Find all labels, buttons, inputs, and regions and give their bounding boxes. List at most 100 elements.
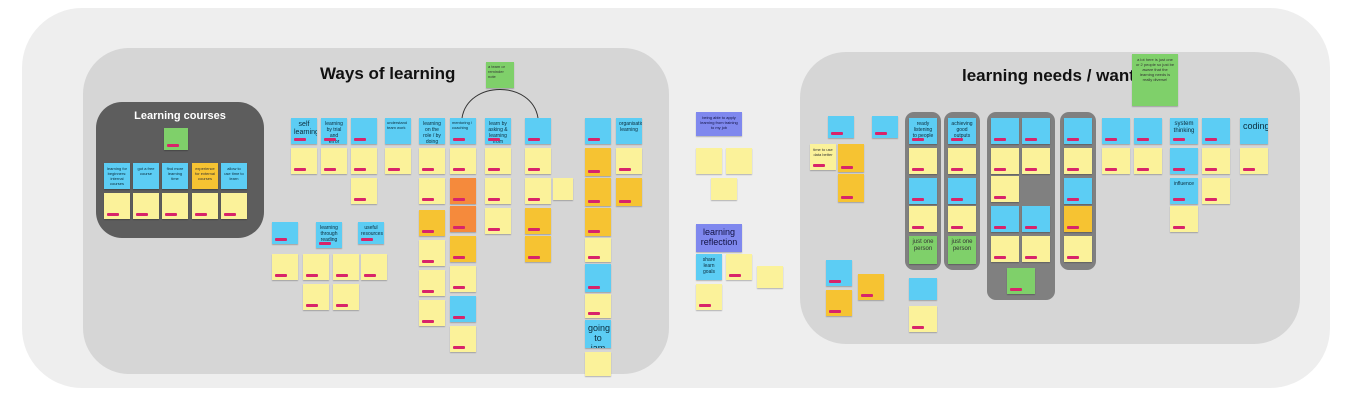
- sticky-note[interactable]: learning by trial and error: [321, 118, 347, 144]
- sticky-note[interactable]: [585, 294, 611, 318]
- sticky-note[interactable]: [1064, 206, 1092, 232]
- sticky-note[interactable]: [162, 193, 188, 219]
- sticky-note[interactable]: [419, 178, 445, 204]
- sticky-note[interactable]: [991, 118, 1019, 144]
- sticky-note[interactable]: [1240, 148, 1268, 174]
- sticky-note[interactable]: [838, 174, 864, 202]
- sticky-note[interactable]: [450, 206, 476, 232]
- sticky-note[interactable]: [872, 116, 898, 138]
- sticky-note[interactable]: [826, 290, 852, 316]
- sticky-note[interactable]: [1102, 118, 1130, 144]
- sticky-note[interactable]: [525, 208, 551, 234]
- sticky-note[interactable]: ready listening to people: [909, 118, 937, 144]
- sticky-note[interactable]: [1134, 148, 1162, 174]
- sticky-note[interactable]: [1022, 236, 1050, 262]
- sticky-note[interactable]: [450, 326, 476, 352]
- sticky-note[interactable]: [450, 236, 476, 262]
- sticky-note[interactable]: [303, 254, 329, 280]
- sticky-note[interactable]: [351, 118, 377, 144]
- sticky-note[interactable]: [1022, 118, 1050, 144]
- sticky-note[interactable]: a team or reminder note: [486, 62, 514, 88]
- sticky-note[interactable]: [133, 193, 159, 219]
- sticky-note[interactable]: useful resources: [358, 222, 384, 244]
- sticky-note[interactable]: [585, 148, 611, 176]
- sticky-note[interactable]: [585, 208, 611, 236]
- sticky-note[interactable]: [1202, 178, 1230, 204]
- sticky-note[interactable]: [726, 148, 752, 174]
- sticky-note[interactable]: [351, 178, 377, 204]
- sticky-note[interactable]: [1007, 268, 1035, 294]
- sticky-note[interactable]: [909, 206, 937, 232]
- sticky-note[interactable]: [991, 206, 1019, 232]
- sticky-note[interactable]: [1134, 118, 1162, 144]
- sticky-note[interactable]: [991, 176, 1019, 202]
- sticky-note[interactable]: [351, 148, 377, 174]
- sticky-note[interactable]: experience for external courses: [192, 163, 218, 189]
- sticky-note[interactable]: [948, 206, 976, 232]
- sticky-note[interactable]: [485, 208, 511, 234]
- sticky-note[interactable]: [826, 260, 852, 286]
- sticky-note[interactable]: learning reflection: [696, 224, 742, 252]
- sticky-note[interactable]: [909, 148, 937, 174]
- sticky-note[interactable]: [192, 193, 218, 219]
- sticky-note[interactable]: [333, 254, 359, 280]
- sticky-note[interactable]: being able to apply learning from traini…: [696, 112, 742, 136]
- sticky-note[interactable]: [525, 118, 551, 144]
- sticky-note[interactable]: [450, 266, 476, 292]
- sticky-note[interactable]: got a free course: [133, 163, 159, 189]
- sticky-note[interactable]: [858, 274, 884, 300]
- sticky-note[interactable]: [419, 300, 445, 326]
- sticky-note[interactable]: going to jam: [585, 320, 611, 348]
- sticky-note[interactable]: [333, 284, 359, 310]
- sticky-note[interactable]: [525, 178, 551, 204]
- sticky-note[interactable]: organisation learning: [616, 118, 642, 144]
- sticky-note[interactable]: [385, 148, 411, 174]
- sticky-note[interactable]: learn by asking & learning from others: [485, 118, 511, 144]
- sticky-note[interactable]: [221, 193, 247, 219]
- sticky-note[interactable]: [1202, 118, 1230, 144]
- sticky-note[interactable]: [419, 148, 445, 174]
- sticky-note[interactable]: time to use data better: [810, 144, 836, 170]
- sticky-note[interactable]: [419, 210, 445, 236]
- sticky-note[interactable]: influence: [1170, 178, 1198, 204]
- sticky-note[interactable]: [485, 148, 511, 174]
- sticky-note[interactable]: [1064, 178, 1092, 204]
- sticky-note[interactable]: [616, 178, 642, 206]
- sticky-note[interactable]: [321, 148, 347, 174]
- sticky-note[interactable]: [1022, 148, 1050, 174]
- sticky-note[interactable]: [711, 178, 737, 200]
- sticky-note[interactable]: [585, 118, 611, 144]
- sticky-note[interactable]: [1064, 148, 1092, 174]
- sticky-note[interactable]: [485, 178, 511, 204]
- sticky-note[interactable]: [272, 254, 298, 280]
- sticky-note[interactable]: [419, 270, 445, 296]
- sticky-note[interactable]: system thinking: [1170, 118, 1198, 144]
- sticky-note[interactable]: [525, 148, 551, 174]
- sticky-note[interactable]: allow to use time to learn: [221, 163, 247, 189]
- sticky-note[interactable]: [450, 296, 476, 322]
- sticky-note[interactable]: [1170, 206, 1198, 232]
- sticky-note[interactable]: [585, 178, 611, 206]
- sticky-note[interactable]: learning for beginners: internal courses: [104, 163, 130, 189]
- sticky-note[interactable]: [585, 352, 611, 376]
- sticky-note[interactable]: [291, 148, 317, 174]
- sticky-note[interactable]: [585, 238, 611, 262]
- sticky-note[interactable]: [948, 178, 976, 204]
- sticky-note[interactable]: [991, 236, 1019, 262]
- sticky-note[interactable]: [450, 148, 476, 174]
- sticky-note[interactable]: [525, 236, 551, 262]
- sticky-note[interactable]: [1064, 236, 1092, 262]
- sticky-note[interactable]: [553, 178, 573, 200]
- sticky-note[interactable]: [104, 193, 130, 219]
- sticky-note[interactable]: [1064, 118, 1092, 144]
- sticky-note[interactable]: learning on the role / by doing: [419, 118, 445, 144]
- sticky-note[interactable]: understand team work: [385, 118, 411, 144]
- sticky-note[interactable]: [909, 278, 937, 300]
- sticky-note[interactable]: [1202, 148, 1230, 174]
- sticky-note[interactable]: [164, 128, 188, 150]
- sticky-note[interactable]: [1170, 148, 1198, 174]
- sticky-note[interactable]: coding: [1240, 118, 1268, 144]
- sticky-note[interactable]: just one person: [909, 236, 937, 264]
- sticky-note[interactable]: [991, 148, 1019, 174]
- sticky-note[interactable]: [757, 266, 783, 288]
